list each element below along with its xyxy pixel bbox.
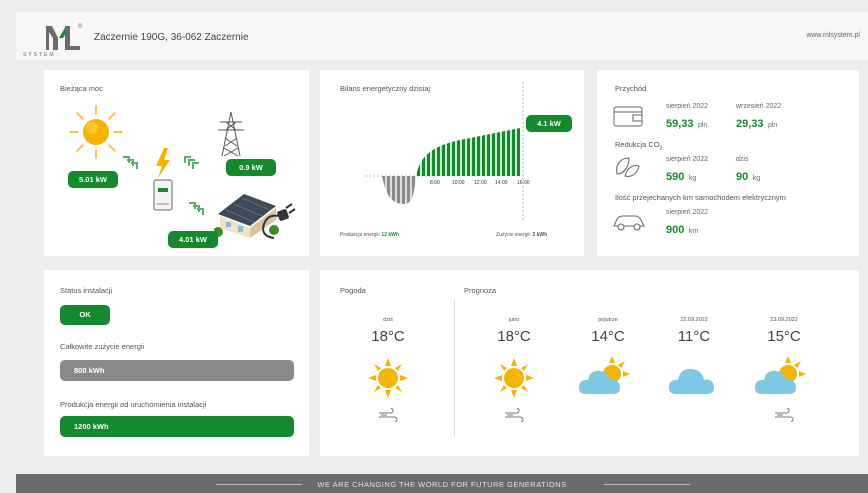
weather-title: Pogoda	[340, 286, 366, 295]
chart-tick-label: 12:00	[474, 180, 487, 186]
power-pylon-icon	[218, 111, 244, 157]
weather-card: Pogoda Prognoza dziś 18°C jutro 18°C poj…	[320, 270, 859, 456]
energy-balance-chart	[365, 82, 524, 220]
sun-icon	[69, 105, 123, 159]
consumption-summary: Zużycie energii: 3 kWh	[496, 232, 548, 238]
cloud-sun-icon	[578, 356, 630, 394]
logo-subtitle: SYSTEM	[23, 52, 56, 58]
solar-power-badge: 5.01 kW	[68, 171, 118, 188]
installation-address: Zaczernie 190G, 36-062 Zaczernie	[94, 32, 249, 43]
co2-title: Redukcja CO2	[615, 140, 663, 152]
income-value: 29,33 pln	[736, 118, 778, 130]
leaves-icon	[616, 157, 640, 177]
ev-km-period: sierpień 2022	[666, 209, 709, 216]
wind-icon	[775, 408, 794, 422]
co2-period: dziś	[736, 156, 749, 163]
footer-slogan: WE ARE CHANGING THE WORLD FOR FUTURE GEN…	[317, 480, 567, 489]
flow-arrow-icon	[189, 202, 204, 215]
footer: WE ARE CHANGING THE WORLD FOR FUTURE GEN…	[16, 474, 868, 493]
flow-arrow-icon	[184, 156, 199, 169]
grid-power-badge: 0.9 kW	[226, 159, 276, 176]
status-title: Status instalacji	[60, 286, 113, 295]
income-value: 59,33 pln	[666, 118, 708, 130]
current-power-title: Bieżąca moc	[60, 84, 103, 93]
weather-day-column: dziś 18°C	[371, 317, 405, 345]
current-balance-badge: 4.1 kW	[526, 115, 572, 132]
charging-plug-icon	[262, 203, 296, 239]
wind-icon	[379, 408, 398, 422]
flow-arrow-icon	[123, 156, 138, 169]
wallet-icon	[613, 106, 643, 127]
total-consumption-bar: 800 kWh	[60, 360, 294, 381]
sun-icon	[494, 358, 534, 398]
chart-tick-label: 10:00	[452, 180, 465, 186]
logo-registered-mark: ®	[78, 24, 83, 30]
income-period: sierpień 2022	[666, 103, 709, 110]
weather-divider	[454, 300, 455, 436]
website-link[interactable]: www.mlsystem.pl	[806, 32, 860, 39]
energy-balance-card: Bilans energetyczny dzisiaj 4.1 kW 8:00 …	[320, 70, 584, 256]
income-card: Przychód sierpień 2022 59,33 pln wrzesie…	[597, 70, 859, 256]
chart-tick-label: 14:00	[495, 180, 508, 186]
footer-divider	[604, 484, 690, 485]
car-icon	[613, 215, 645, 231]
weather-day-column: pojutrze 14°C	[591, 317, 625, 345]
income-title: Przychód	[615, 84, 647, 93]
weather-day-column: 23.09.2022 15°C	[767, 317, 801, 345]
chart-tick-label: 16:00	[517, 180, 530, 186]
co2-period: sierpień 2022	[666, 156, 709, 163]
cloud-sun-icon	[754, 356, 806, 394]
ev-km-title: Ilość przejechanych km samochodem elektr…	[615, 193, 786, 202]
total-consumption-title: Całkowite zużycie energii	[60, 342, 145, 351]
income-period: wrzesień 2022	[736, 103, 782, 110]
chart-tick-label: 8:00	[430, 180, 440, 186]
ml-logo-icon	[46, 26, 80, 50]
total-production-title: Produkcja energii od uruchomienia instal…	[60, 400, 207, 409]
production-summary: Produkcja energii: 12 kWh	[340, 232, 399, 238]
status-ok-badge: OK	[60, 305, 110, 325]
house-power-badge: 4.01 kW	[168, 231, 218, 248]
forecast-title: Prognoza	[464, 286, 497, 295]
sun-icon	[368, 358, 408, 398]
co2-value: 90 kg	[736, 171, 761, 183]
co2-value: 590 kg	[666, 171, 697, 183]
cloud-icon	[668, 368, 715, 394]
wind-icon	[505, 408, 524, 422]
ev-km-value: 900 km	[666, 224, 699, 236]
header: ® SYSTEM Zaczernie 190G, 36-062 Zaczerni…	[16, 12, 868, 60]
current-power-card: Bieżąca moc 5.01 kW 0.9 kW 4.01 kW	[44, 70, 309, 256]
inverter-icon	[153, 148, 173, 211]
weather-day-column: jutro 18°C	[497, 317, 531, 345]
total-production-bar: 1200 kWh	[60, 416, 294, 437]
weather-day-column: 22.09.2022 11°C	[677, 317, 711, 345]
